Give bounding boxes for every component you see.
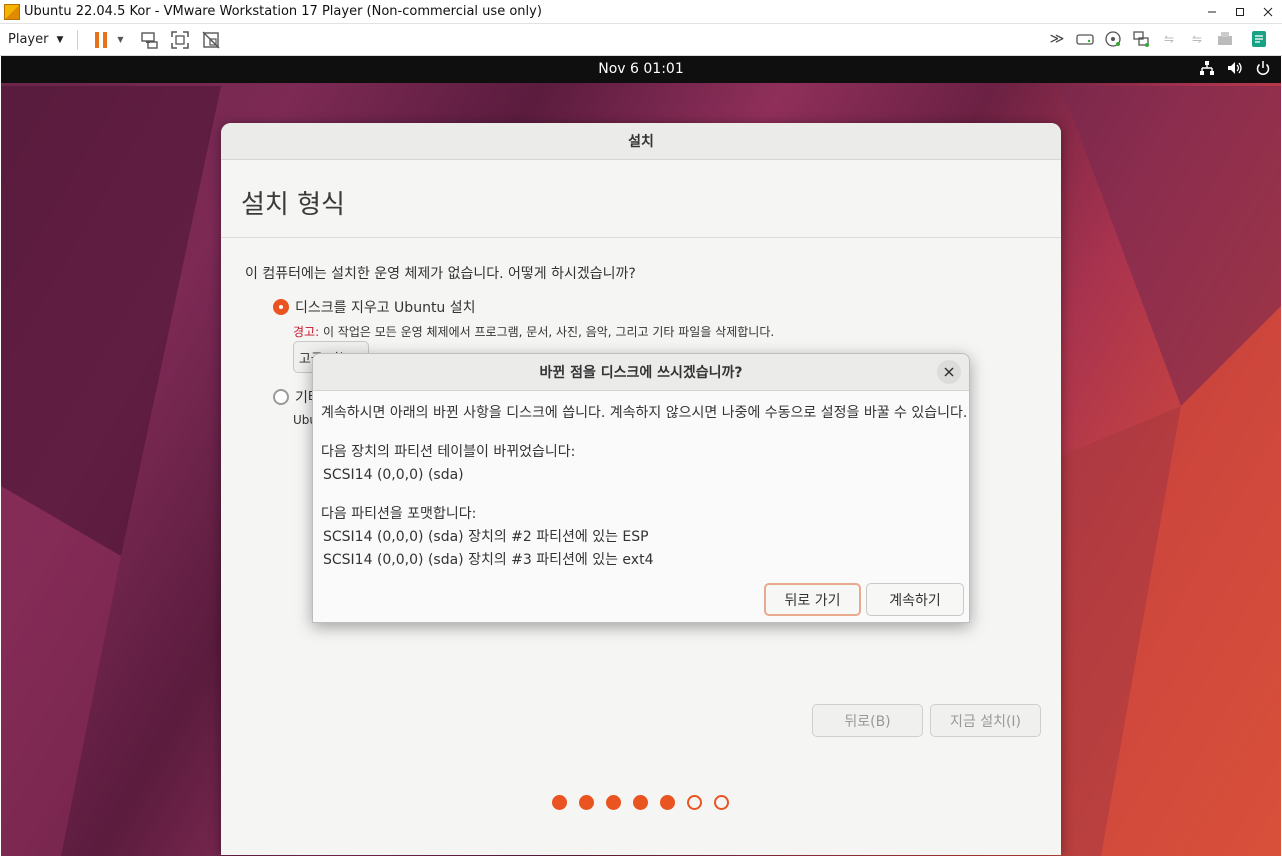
message-log-icon	[1252, 31, 1266, 47]
cd-icon	[1105, 31, 1121, 47]
network-adapter-icon	[1133, 31, 1149, 47]
volume-icon	[1228, 62, 1242, 74]
clock[interactable]: Nov 6 01:01	[1, 61, 1281, 77]
fit-screen-icon	[171, 30, 190, 49]
send-ctrl-alt-del-button[interactable]	[138, 29, 160, 51]
minimize-button[interactable]	[1198, 0, 1226, 24]
progress-dot-done	[660, 795, 675, 810]
window-title: Ubuntu 22.04.5 Kor - VMware Workstation …	[24, 4, 542, 19]
fit-guest-button[interactable]	[169, 29, 191, 51]
progress-dot-done	[633, 795, 648, 810]
partition-table-device: SCSI14 (0,0,0) (sda)	[323, 467, 464, 483]
progress-dot-done	[606, 795, 621, 810]
close-window-button[interactable]	[1254, 0, 1282, 24]
radio-selected-icon[interactable]	[273, 299, 289, 315]
network-wired-icon	[1200, 61, 1214, 75]
erase-warning: 경고: 이 작업은 모든 운영 체제에서 프로그램, 문서, 사진, 음악, 그…	[293, 323, 774, 340]
progress-dot-done	[552, 795, 567, 810]
maximize-icon	[1236, 8, 1244, 16]
message-log-button[interactable]	[1248, 28, 1270, 50]
more-devices-button[interactable]: ≫	[1046, 28, 1068, 50]
installer-header: 설치	[221, 123, 1061, 160]
player-menu-button[interactable]: Player ▼	[8, 32, 63, 47]
vmware-title-bar: Ubuntu 22.04.5 Kor - VMware Workstation …	[0, 0, 1282, 24]
maximize-button[interactable]	[1226, 0, 1254, 24]
chevron-down-icon: ▼	[56, 34, 64, 45]
partition-table-heading: 다음 장치의 파티션 테이블이 바뀌었습니다:	[321, 444, 576, 460]
dialog-title: 바뀐 점을 디스크에 쓰시겠습니까?	[539, 365, 743, 381]
printer-device[interactable]	[1214, 28, 1236, 50]
format-item: SCSI14 (0,0,0) (sda) 장치의 #2 파티션에 있는 ESP	[323, 529, 649, 545]
dialog-close-button[interactable]	[937, 360, 961, 384]
printer-icon	[1218, 32, 1232, 45]
cd-dvd-device[interactable]	[1102, 28, 1124, 50]
pause-dropdown-button[interactable]: ▼	[114, 29, 126, 51]
hard-disk-icon	[1076, 34, 1094, 45]
progress-dots	[552, 795, 729, 810]
dialog-body: 계속하시면 아래의 바뀐 사항을 디스크에 씁니다. 계속하지 않으시면 나중에…	[321, 402, 967, 572]
continue-button[interactable]: 계속하기	[866, 583, 964, 616]
usb-icon: ⇋	[1163, 32, 1175, 46]
progress-dot-pending	[714, 795, 729, 810]
close-icon	[944, 367, 954, 377]
network-adapter-device[interactable]	[1130, 28, 1152, 50]
install-now-button[interactable]: 지금 설치(I)	[930, 704, 1041, 737]
double-chevron-right-icon: ≫	[1049, 31, 1065, 47]
usb-device-2[interactable]: ⇋	[1186, 28, 1208, 50]
format-item: SCSI14 (0,0,0) (sda) 장치의 #3 파티션에 있는 ext4	[323, 552, 654, 568]
usb-device-1[interactable]: ⇋	[1158, 28, 1180, 50]
vmware-toolbar: Player ▼ ▼ ≫ ⇋ ⇋	[0, 24, 1282, 56]
network-computer-icon	[141, 31, 159, 49]
dialog-intro: 계속하시면 아래의 바뀐 사항을 디스크에 씁니다. 계속하지 않으시면 나중에…	[321, 405, 968, 421]
usb-icon: ⇋	[1191, 32, 1203, 46]
option-erase-disk-label: 디스크를 지우고 Ubuntu 설치	[295, 300, 476, 316]
back-button[interactable]: 뒤로(B)	[812, 704, 923, 737]
pause-icon	[95, 31, 108, 48]
player-menu-label: Player	[8, 32, 49, 47]
option-erase-disk[interactable]: 디스크를 지우고 Ubuntu 설치	[273, 297, 476, 317]
vmware-app-icon	[4, 3, 20, 20]
chevron-down-icon: ▼	[117, 35, 124, 44]
power-icon	[1256, 61, 1270, 75]
progress-dot-done	[579, 795, 594, 810]
write-changes-dialog: 바뀐 점을 디스크에 쓰시겠습니까? 계속하시면 아래의 바뀐 사항을 디스크에…	[312, 353, 970, 623]
unity-mode-button[interactable]	[200, 29, 222, 51]
radio-unselected-icon[interactable]	[273, 389, 289, 405]
pause-button[interactable]	[90, 29, 112, 51]
close-icon	[1263, 7, 1273, 17]
go-back-button[interactable]: 뒤로 가기	[764, 583, 861, 616]
unity-icon	[202, 31, 220, 48]
hard-disk-device[interactable]	[1074, 28, 1096, 50]
page-title: 설치 형식	[221, 160, 1061, 238]
format-heading: 다음 파티션을 포맷합니다:	[321, 506, 477, 522]
toolbar-divider	[77, 29, 79, 50]
warning-label: 경고:	[293, 325, 320, 339]
gnome-top-bar: Nov 6 01:01	[1, 56, 1281, 83]
dialog-header: 바뀐 점을 디스크에 쓰시겠습니까?	[313, 354, 969, 391]
install-question: 이 컴퓨터에는 설치한 운영 체제가 없습니다. 어떻게 하시겠습니까?	[245, 266, 636, 282]
warning-text: 이 작업은 모든 운영 체제에서 프로그램, 문서, 사진, 음악, 그리고 기…	[319, 325, 775, 339]
minimize-icon	[1208, 11, 1216, 13]
progress-dot-pending	[687, 795, 702, 810]
